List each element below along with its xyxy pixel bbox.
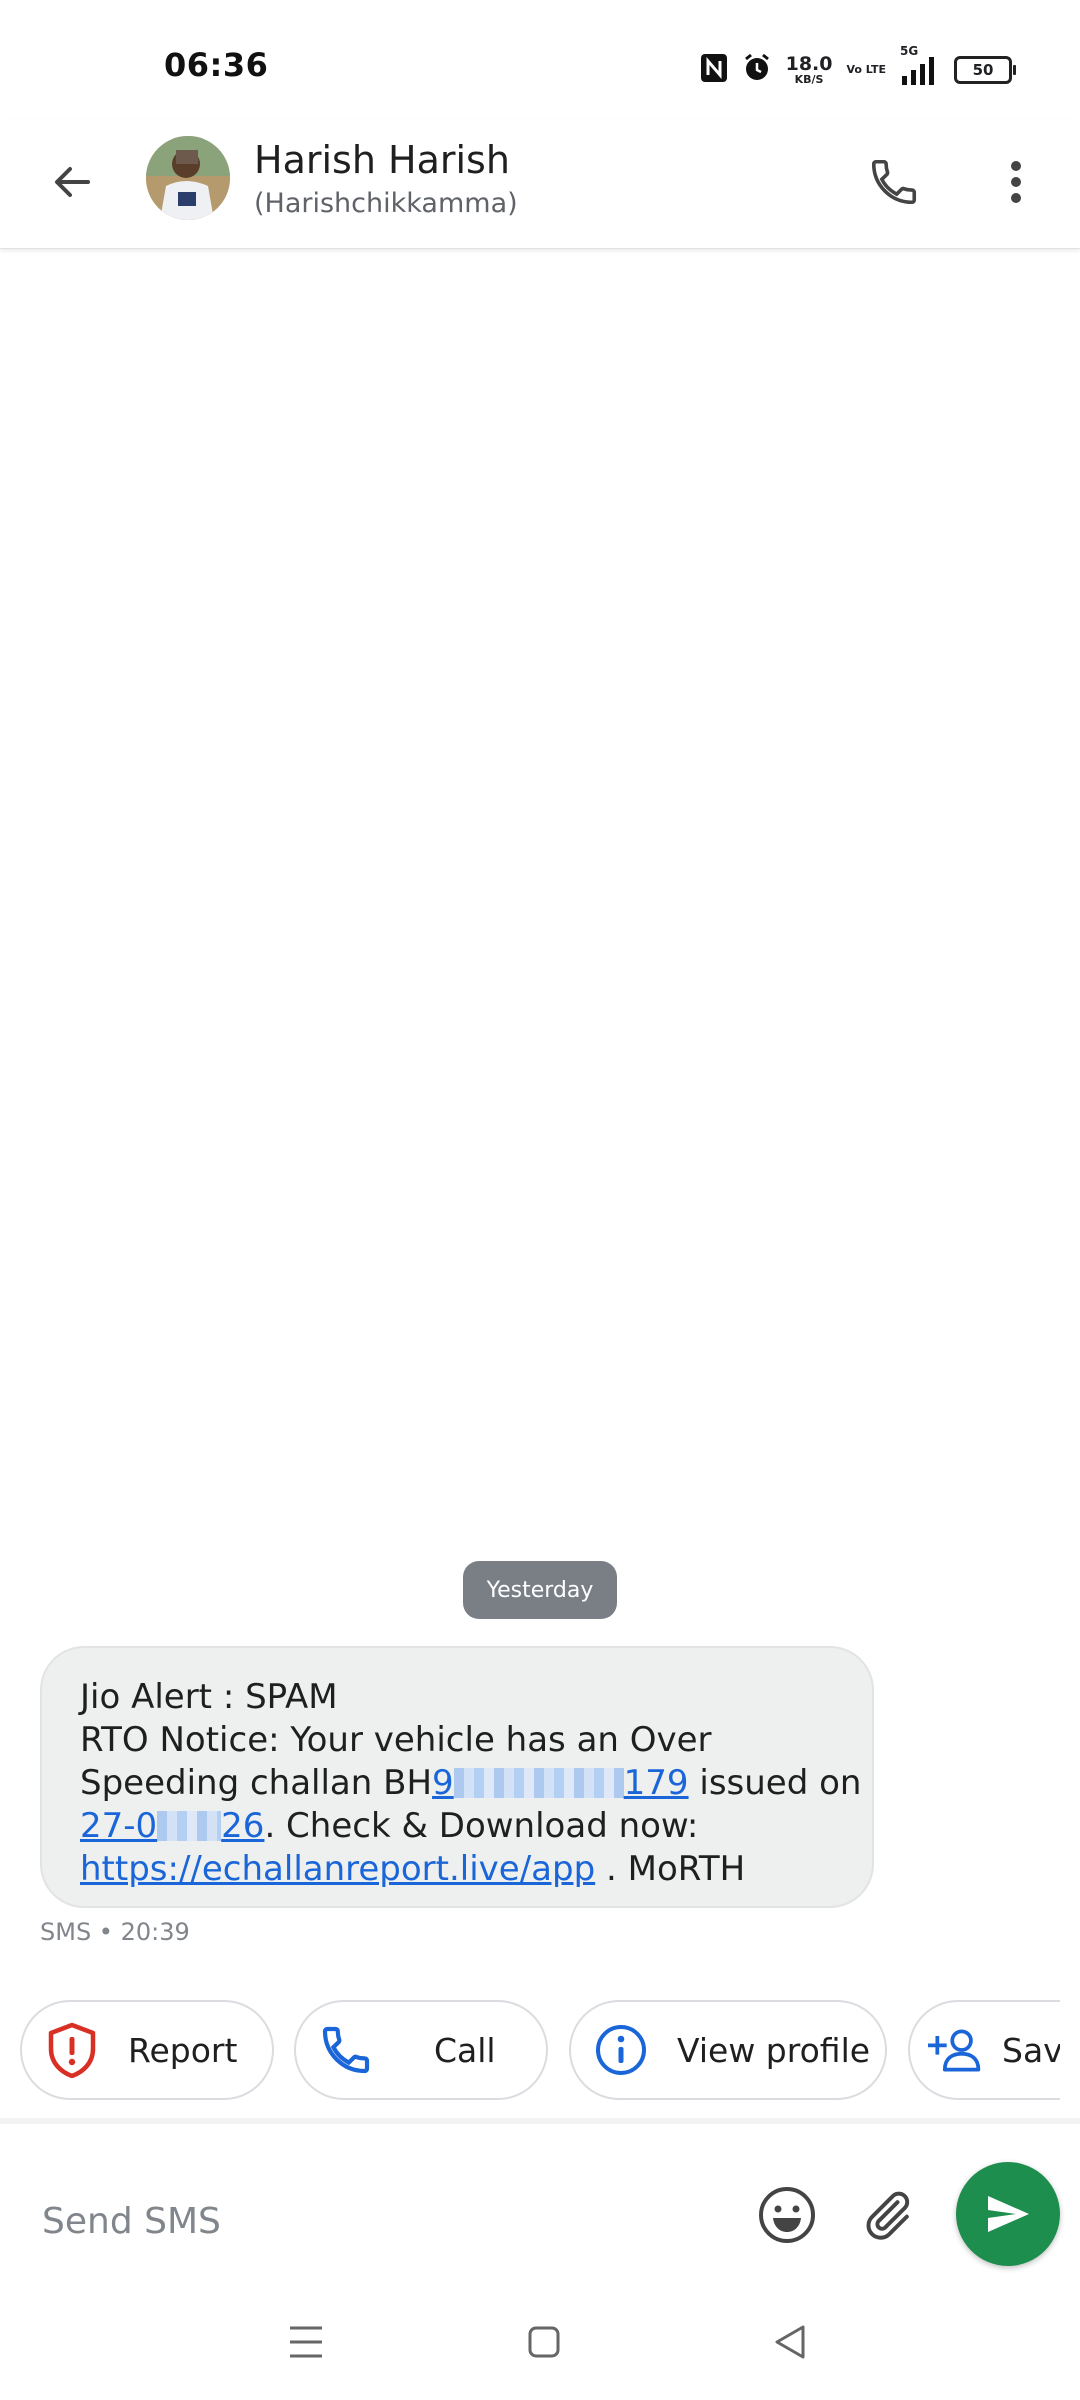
nav-back-button[interactable] bbox=[760, 2312, 820, 2372]
battery-icon: 50 bbox=[954, 56, 1016, 84]
back-button[interactable] bbox=[40, 150, 104, 214]
message-line: RTO Notice: Your vehicle has an Over bbox=[80, 1720, 712, 1760]
shield-alert-icon bbox=[44, 2022, 100, 2078]
attach-button[interactable] bbox=[852, 2180, 922, 2250]
nfc-icon bbox=[700, 53, 728, 87]
message-line: Jio Alert : SPAM bbox=[80, 1677, 338, 1717]
date-link[interactable]: 27-0 26 bbox=[80, 1806, 264, 1846]
network-type: 5G bbox=[900, 44, 919, 58]
phone-icon bbox=[871, 159, 917, 205]
nav-recents-button[interactable] bbox=[276, 2312, 336, 2372]
view-profile-label: View profile bbox=[677, 2030, 871, 2070]
attach-icon bbox=[866, 2191, 910, 2240]
person-add-icon bbox=[928, 2022, 984, 2078]
date-chip: Yesterday bbox=[463, 1561, 617, 1619]
call-label: Call bbox=[434, 2030, 496, 2070]
redacted-block bbox=[157, 1811, 222, 1841]
status-icons: 18.0 KB/S Vo LTE 5G 50 bbox=[700, 44, 1016, 90]
view-profile-chip[interactable]: View profile bbox=[569, 2000, 887, 2100]
call-button[interactable] bbox=[858, 146, 930, 218]
home-icon bbox=[528, 2326, 560, 2358]
emoji-icon bbox=[759, 2187, 815, 2243]
volte-indicator: Vo LTE bbox=[846, 63, 886, 77]
status-bar: 06:36 18.0 KB/S Vo LTE 5G 50 bbox=[0, 0, 1080, 120]
back-icon bbox=[775, 2325, 805, 2359]
conversation-header: Harish Harish (Harishchikkamma) bbox=[0, 120, 1080, 249]
report-chip[interactable]: Report bbox=[20, 2000, 274, 2100]
redacted-block bbox=[453, 1768, 624, 1798]
alarm-icon bbox=[742, 53, 772, 87]
status-time: 06:36 bbox=[164, 46, 269, 84]
net-speed: 18.0 KB/S bbox=[785, 53, 833, 86]
save-contact-chip[interactable]: Sav bbox=[908, 2000, 1060, 2100]
send-icon bbox=[988, 2196, 1029, 2232]
info-icon bbox=[593, 2022, 649, 2078]
report-label: Report bbox=[128, 2030, 238, 2070]
more-options-button[interactable] bbox=[980, 146, 1052, 218]
message-bubble[interactable]: Jio Alert : SPAM RTO Notice: Your vehicl… bbox=[40, 1646, 874, 1908]
nav-home-button[interactable] bbox=[514, 2312, 574, 2372]
emoji-button[interactable] bbox=[752, 2180, 822, 2250]
url-link[interactable]: https://echallanreport.live/app bbox=[80, 1849, 595, 1889]
suggestion-chips: Report Call View profile Sav bbox=[0, 2000, 1060, 2104]
save-label: Sav bbox=[1002, 2030, 1060, 2070]
message-text: Jio Alert : SPAM RTO Notice: Your vehicl… bbox=[80, 1676, 862, 1891]
phone-icon bbox=[318, 2022, 374, 2078]
call-chip[interactable]: Call bbox=[294, 2000, 548, 2100]
vehicle-number-link[interactable]: 9 179 bbox=[432, 1763, 689, 1803]
send-button[interactable] bbox=[956, 2162, 1060, 2266]
recents-icon bbox=[290, 2326, 322, 2358]
back-arrow-icon bbox=[55, 167, 90, 197]
message-meta: SMS • 20:39 bbox=[40, 1918, 190, 1946]
contact-name[interactable]: Harish Harish bbox=[254, 138, 510, 182]
compose-divider bbox=[0, 2118, 1080, 2124]
signal-icon: 5G bbox=[900, 44, 940, 86]
sms-input[interactable] bbox=[40, 2186, 724, 2256]
message-line: https://echallanreport.live/app . MoRTH bbox=[80, 1849, 746, 1889]
message-line: Speeding challan BH9 179 issued on bbox=[80, 1763, 862, 1803]
more-vert-icon bbox=[1011, 161, 1021, 203]
contact-subtitle: (Harishchikkamma) bbox=[254, 188, 518, 219]
message-line: 27-0 26. Check & Download now: bbox=[80, 1806, 699, 1846]
avatar[interactable] bbox=[146, 136, 230, 220]
